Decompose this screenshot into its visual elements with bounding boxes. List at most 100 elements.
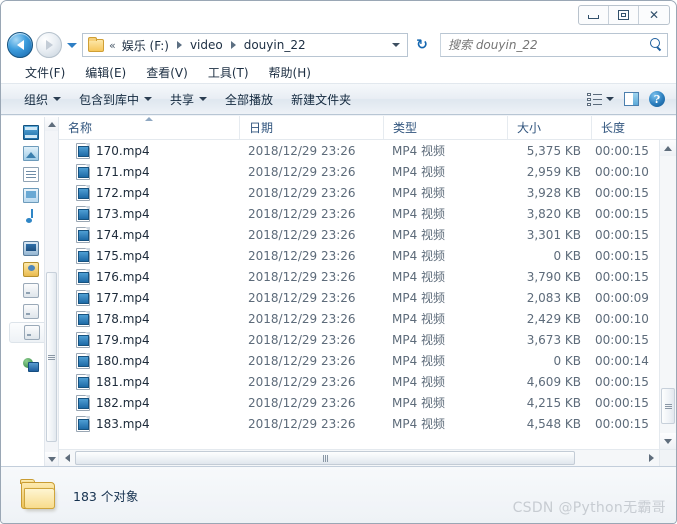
scroll-left-button[interactable] xyxy=(59,451,75,466)
menu-view[interactable]: 查看(V) xyxy=(136,62,198,83)
vertical-scrollbar-thumb[interactable] xyxy=(661,388,675,424)
include-in-library-button[interactable]: 包含到库中 xyxy=(70,88,161,111)
navigation-scrollbar[interactable] xyxy=(44,117,58,466)
play-all-button[interactable]: 全部播放 xyxy=(216,88,282,111)
menu-help[interactable]: 帮助(H) xyxy=(259,62,321,83)
cell-size: 0 KB xyxy=(553,248,581,263)
breadcrumb-bar[interactable]: « 娱乐 (F:) video douyin_22 xyxy=(82,33,408,57)
grip-icon xyxy=(48,354,55,361)
breadcrumb-item-douyin22[interactable]: douyin_22 xyxy=(242,37,308,53)
cell-size: 4,548 KB xyxy=(526,416,581,431)
column-header-date[interactable]: 日期 xyxy=(239,116,383,139)
file-name-label: 180.mp4 xyxy=(96,353,150,368)
nav-item-documents[interactable] xyxy=(23,164,44,185)
breadcrumb-item-video[interactable]: video xyxy=(188,37,225,53)
grip-icon xyxy=(664,403,672,410)
breadcrumb-separator-icon[interactable] xyxy=(176,41,182,49)
breadcrumb-overflow-icon[interactable]: « xyxy=(108,39,120,52)
share-button[interactable]: 共享 xyxy=(161,88,216,111)
folder-icon xyxy=(88,36,104,52)
minimize-button[interactable] xyxy=(579,6,609,24)
table-row[interactable]: 174.mp4 2018/12/29 23:26 MP4 视频 3,301 KB 00:… xyxy=(59,224,659,245)
cell-date: 2018/12/29 23:26 xyxy=(248,206,356,221)
nav-scroll-up-button[interactable] xyxy=(45,117,58,131)
table-row[interactable]: 170.mp4 2018/12/29 23:26 MP4 视频 5,375 KB 00:… xyxy=(59,140,659,161)
maximize-button[interactable] xyxy=(609,6,639,24)
user-folder-icon xyxy=(23,262,39,277)
chevron-down-icon xyxy=(67,42,77,48)
history-dropdown-button[interactable] xyxy=(65,32,79,58)
close-button[interactable]: ✕ xyxy=(639,6,669,24)
table-row[interactable]: 177.mp4 2018/12/29 23:26 MP4 视频 2,083 KB 00:… xyxy=(59,287,659,308)
scroll-up-button[interactable] xyxy=(660,140,676,156)
organize-button[interactable]: 组织 xyxy=(15,88,70,111)
mp4-file-icon xyxy=(76,394,90,411)
back-button[interactable] xyxy=(7,32,33,58)
cell-length: 00:00:14 xyxy=(595,353,649,368)
nav-group-gap xyxy=(23,343,44,354)
cell-name: 170.mp4 xyxy=(59,142,239,159)
close-icon: ✕ xyxy=(648,8,660,22)
address-dropdown-button[interactable] xyxy=(387,43,405,47)
change-view-button[interactable] xyxy=(582,91,619,108)
table-row[interactable]: 176.mp4 2018/12/29 23:26 MP4 视频 3,790 KB 00:… xyxy=(59,266,659,287)
nav-item-screen[interactable] xyxy=(23,185,44,206)
nav-item-pictures[interactable] xyxy=(23,143,44,164)
cell-size: 2,959 KB xyxy=(526,164,581,179)
cell-length: 00:00:15 xyxy=(595,227,649,242)
window-controls: ✕ xyxy=(578,5,670,25)
table-row[interactable]: 173.mp4 2018/12/29 23:26 MP4 视频 3,820 KB 00:… xyxy=(59,203,659,224)
new-folder-button[interactable]: 新建文件夹 xyxy=(282,88,360,111)
table-row[interactable]: 178.mp4 2018/12/29 23:26 MP4 视频 2,429 KB 00:… xyxy=(59,308,659,329)
table-row[interactable]: 172.mp4 2018/12/29 23:26 MP4 视频 3,928 KB 00:… xyxy=(59,182,659,203)
forward-button[interactable] xyxy=(36,32,62,58)
scroll-down-button[interactable] xyxy=(660,433,676,449)
table-row[interactable]: 171.mp4 2018/12/29 23:26 MP4 视频 2,959 KB 00:… xyxy=(59,161,659,182)
nav-item-network[interactable] xyxy=(23,354,44,375)
horizontal-scrollbar-thumb[interactable] xyxy=(75,451,575,465)
chevron-down-icon xyxy=(606,97,614,101)
nav-item-drive-c[interactable] xyxy=(23,280,44,301)
column-header-type[interactable]: 类型 xyxy=(383,116,507,139)
cell-name: 171.mp4 xyxy=(59,163,239,180)
file-list-horizontal-scrollbar[interactable] xyxy=(59,449,659,466)
table-row[interactable]: 180.mp4 2018/12/29 23:26 MP4 视频 0 KB 00:00:1… xyxy=(59,350,659,371)
search-input[interactable] xyxy=(448,38,649,52)
table-row[interactable]: 182.mp4 2018/12/29 23:26 MP4 视频 4,215 KB 00:… xyxy=(59,392,659,413)
menu-tools[interactable]: 工具(T) xyxy=(198,62,259,83)
nav-item-user-folder[interactable] xyxy=(23,259,44,280)
search-box[interactable] xyxy=(440,33,668,57)
table-row[interactable]: 181.mp4 2018/12/29 23:26 MP4 视频 4,609 KB 00:… xyxy=(59,371,659,392)
column-header-size[interactable]: 大小 xyxy=(507,116,591,139)
mp4-file-icon xyxy=(76,310,90,327)
table-row[interactable]: 183.mp4 2018/12/29 23:26 MP4 视频 4,548 KB 00:… xyxy=(59,413,659,434)
nav-item-computer[interactable] xyxy=(23,238,44,259)
column-header-name[interactable]: 名称 xyxy=(59,116,239,139)
search-icon[interactable] xyxy=(649,38,663,52)
preview-pane-button[interactable] xyxy=(619,90,644,108)
cell-name: 177.mp4 xyxy=(59,289,239,306)
cell-date: 2018/12/29 23:26 xyxy=(248,416,356,431)
cell-date: 2018/12/29 23:26 xyxy=(248,164,356,179)
refresh-button[interactable]: ↻ xyxy=(411,33,433,57)
nav-item-videos[interactable] xyxy=(23,122,44,143)
scroll-right-button[interactable] xyxy=(643,451,659,466)
nav-scroll-down-button[interactable] xyxy=(45,452,58,466)
breadcrumb-item-drive[interactable]: 娱乐 (F:) xyxy=(120,36,171,55)
table-row[interactable]: 175.mp4 2018/12/29 23:26 MP4 视频 0 KB 00:00:1… xyxy=(59,245,659,266)
nav-scrollbar-thumb[interactable] xyxy=(46,272,57,442)
watermark: CSDN @Python无霸哥 xyxy=(512,500,666,516)
file-list-vertical-scrollbar[interactable] xyxy=(659,140,676,449)
nav-item-drive-d[interactable] xyxy=(23,301,44,322)
column-header-length[interactable]: 长度 xyxy=(591,116,661,139)
menu-file[interactable]: 文件(F) xyxy=(15,62,75,83)
help-button[interactable]: ? xyxy=(644,89,670,109)
cell-date: 2018/12/29 23:26 xyxy=(248,290,356,305)
breadcrumb-separator-icon[interactable] xyxy=(230,41,236,49)
menu-edit[interactable]: 编辑(E) xyxy=(75,62,136,83)
cell-type: MP4 视频 xyxy=(392,228,446,242)
chevron-up-icon xyxy=(47,121,56,127)
nav-item-music[interactable] xyxy=(23,206,44,227)
mp4-file-icon xyxy=(76,247,90,264)
table-row[interactable]: 179.mp4 2018/12/29 23:26 MP4 视频 3,673 KB 00:… xyxy=(59,329,659,350)
